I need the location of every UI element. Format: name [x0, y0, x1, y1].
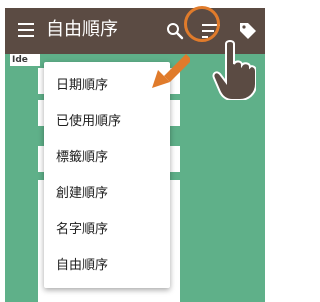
menu-icon[interactable] — [18, 23, 34, 37]
sort-by-date[interactable]: 日期順序 — [56, 76, 108, 96]
tab-label[interactable]: Ide — [10, 54, 40, 66]
sort-by-name[interactable]: 名字順序 — [56, 220, 108, 240]
app-title: 自由順序 — [46, 19, 118, 40]
sort-by-created[interactable]: 創建順序 — [56, 184, 108, 204]
search-icon[interactable] — [166, 22, 184, 40]
sort-by-tag[interactable]: 標籤順序 — [56, 148, 108, 168]
pointer-arrow-icon — [152, 54, 190, 88]
sort-by-last-used[interactable]: 已使用順序 — [56, 112, 121, 132]
sort-menu: 日期順序 已使用順序 標籤順序 創建順序 名字順序 自由順序 — [44, 62, 170, 288]
tap-hand-icon — [212, 40, 256, 100]
highlight-ring — [184, 6, 220, 42]
sort-free-order[interactable]: 自由順序 — [56, 256, 108, 276]
